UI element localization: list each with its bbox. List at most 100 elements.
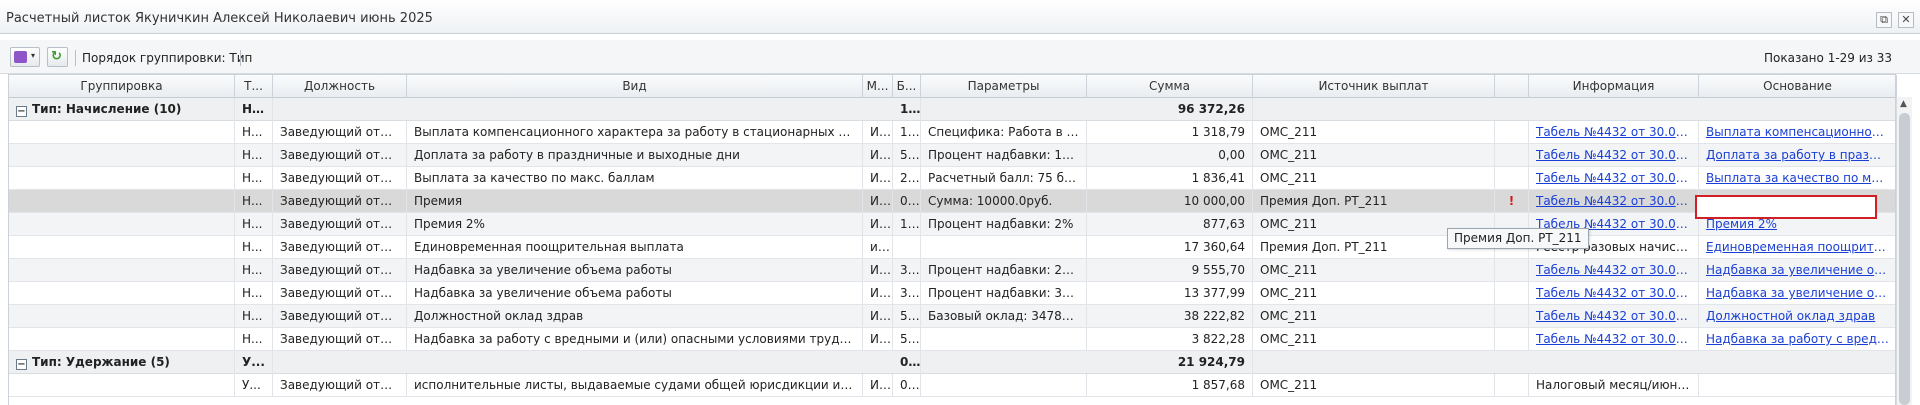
info-link[interactable]: Табель №4432 от 30.06.2...: [1529, 328, 1699, 351]
cell-b: 5...: [893, 144, 921, 167]
column-header-info[interactable]: Информация: [1529, 75, 1699, 98]
cell-kind: исполнительные листы, выдаваемые судами …: [407, 374, 863, 397]
tooltip: Премия Доп. РТ_211: [1447, 228, 1589, 249]
column-header-type[interactable]: Т...: [235, 75, 273, 98]
chevron-down-icon: ▾: [31, 51, 36, 60]
cell-params: [921, 374, 1087, 397]
info-link[interactable]: Табель №4432 от 30.06.2...: [1529, 121, 1699, 144]
cell-params: Специфика: Работа в ста...: [921, 121, 1087, 144]
table-row[interactable]: Н... Заведующий отдел... Доплата за рабо…: [9, 144, 1897, 167]
basis-link[interactable]: Единовременная поощрительн...: [1699, 236, 1897, 259]
column-header-flag[interactable]: [1495, 75, 1529, 98]
cell-params: Процент надбавки: 25%: [921, 259, 1087, 282]
cell-flag: [1495, 305, 1529, 328]
cell-grouping: [9, 259, 235, 282]
cell-b: 1...: [893, 121, 921, 144]
cell-position: Заведующий отдел...: [273, 305, 407, 328]
cell-grouping: [9, 305, 235, 328]
info-link[interactable]: Табель №4432 от 30.06.2...: [1529, 305, 1699, 328]
table-row[interactable]: Н... Заведующий отдел... Единовременная …: [9, 236, 1897, 259]
table-row[interactable]: Н... Заведующий отдел... Премия 2% И... …: [9, 213, 1897, 236]
info-link[interactable]: Табель №4432 от 30.06.2...: [1529, 259, 1699, 282]
cell-b: 1...: [893, 213, 921, 236]
group-row-deduction[interactable]: − Тип: Удержание (5) У... 0... 21 924,79: [9, 351, 1895, 374]
column-header-sum[interactable]: Сумма: [1087, 75, 1253, 98]
info-link[interactable]: Табель №4432 от 30.06.2...: [1529, 190, 1699, 213]
cell-position: Заведующий отдел...: [273, 282, 407, 305]
cell-grouping: [9, 236, 235, 259]
cell-sum: 9 555,70: [1087, 259, 1253, 282]
vertical-scrollbar[interactable]: ▲: [1896, 97, 1912, 405]
cell-source: ОМС_211: [1253, 305, 1495, 328]
column-header-b[interactable]: Б...: [893, 75, 921, 98]
column-header-params[interactable]: Параметры: [921, 75, 1087, 98]
basis-link[interactable]: Надбавка за увеличение объе...: [1699, 259, 1897, 282]
column-header-position[interactable]: Должность: [273, 75, 407, 98]
table-row-selected[interactable]: Н... Заведующий отдел... Премия И... 0..…: [9, 190, 1897, 213]
toolbar-separator: [75, 50, 76, 66]
cell-sum: 10 000,00: [1087, 190, 1253, 213]
cell-b: 0...: [893, 351, 921, 374]
cell-type: Н...: [235, 144, 273, 167]
cell-type: Н...: [235, 121, 273, 144]
table-row[interactable]: У... Заведующий отдел... исполнительные …: [9, 374, 1897, 397]
collapse-icon[interactable]: −: [16, 359, 27, 370]
table-row[interactable]: Н... Заведующий отдел... Надбавка за уве…: [9, 259, 1897, 282]
cell-params: Расчетный балл: 75 б., Ст...: [921, 167, 1087, 190]
cell-b: [893, 236, 921, 259]
group-label-text: Тип: Удержание (5): [32, 355, 170, 369]
table-row[interactable]: Н... Заведующий отдел... Выплата компенс…: [9, 121, 1897, 144]
info-link[interactable]: Табель №4432 от 30.06.2...: [1529, 144, 1699, 167]
cell-m: и...: [863, 236, 893, 259]
scroll-up-icon[interactable]: ▲: [1900, 99, 1907, 109]
refresh-button[interactable]: ↻: [47, 47, 68, 67]
basis-link[interactable]: Доплата за работу в праздничн...: [1699, 144, 1897, 167]
cell-m: И...: [863, 167, 893, 190]
column-header-source[interactable]: Источник выплат: [1253, 75, 1495, 98]
group-row-accrual[interactable]: − Тип: Начисление (10) Н... 1... 96 372,2…: [9, 98, 1895, 121]
group-label: − Тип: Удержание (5): [9, 351, 235, 374]
window-buttons: ⧉ ✕: [1876, 12, 1914, 28]
cell-sum: 13 377,99: [1087, 282, 1253, 305]
basis-link[interactable]: Надбавка за увеличение объе...: [1699, 282, 1897, 305]
basis-link[interactable]: Должностной оклад здрав: [1699, 305, 1897, 328]
column-header-grouping[interactable]: Группировка: [9, 75, 235, 98]
basis-link[interactable]: Выплата за качество по макс...: [1699, 167, 1897, 190]
cell-b: 1...: [893, 98, 921, 121]
cell-b: 0...: [893, 374, 921, 397]
toolbar: ▾ ↻ Порядок группировки: Тип Показано 1-…: [0, 40, 1920, 74]
column-header-kind[interactable]: Вид: [407, 75, 863, 98]
basis-link[interactable]: [1699, 374, 1897, 397]
basis-link[interactable]: Выплата компенсационного хар...: [1699, 121, 1897, 144]
cell-position: Заведующий отдел...: [273, 374, 407, 397]
cell-params: Процент надбавки: 2%: [921, 213, 1087, 236]
cell-m: И...: [863, 328, 893, 351]
scrollbar-thumb[interactable]: [1899, 113, 1910, 405]
cell-m: И...: [863, 144, 893, 167]
table-row[interactable]: Н... Заведующий отдел... Надбавка за раб…: [9, 328, 1897, 351]
table-row[interactable]: Н... Заведующий отдел... Выплата за каче…: [9, 167, 1897, 190]
info-link[interactable]: Табель №4432 от 30.06.2...: [1529, 167, 1699, 190]
table-row[interactable]: Н... Заведующий отдел... Должностной окл…: [9, 305, 1897, 328]
column-header-m[interactable]: М...: [863, 75, 893, 98]
basis-link[interactable]: Надбавка за работу с вредным...: [1699, 328, 1897, 351]
basis-edit-field[interactable]: [1695, 195, 1877, 219]
column-header-basis[interactable]: Основание: [1699, 75, 1897, 98]
restore-icon[interactable]: ⧉: [1876, 12, 1892, 28]
cell-position: Заведующий отдел...: [273, 236, 407, 259]
info-link[interactable]: Табель №4432 от 30.06.2...: [1529, 282, 1699, 305]
table-row[interactable]: Н... Заведующий отдел... Надбавка за уве…: [9, 282, 1897, 305]
cell-flag: [1495, 167, 1529, 190]
cell-b: 0...: [893, 190, 921, 213]
cell-kind: Надбавка за увеличение объема работы: [407, 282, 863, 305]
cell-source: ОМС_211: [1253, 328, 1495, 351]
cell-kind: Премия: [407, 190, 863, 213]
actions-menu-button[interactable]: ▾: [10, 47, 40, 67]
cell-sum: 0,00: [1087, 144, 1253, 167]
cell-sum: 1 836,41: [1087, 167, 1253, 190]
close-icon[interactable]: ✕: [1898, 12, 1914, 28]
cell-sum: 877,63: [1087, 213, 1253, 236]
collapse-icon[interactable]: −: [16, 106, 27, 117]
cell-kind: Выплата за качество по макс. баллам: [407, 167, 863, 190]
cell-b: 5...: [893, 328, 921, 351]
